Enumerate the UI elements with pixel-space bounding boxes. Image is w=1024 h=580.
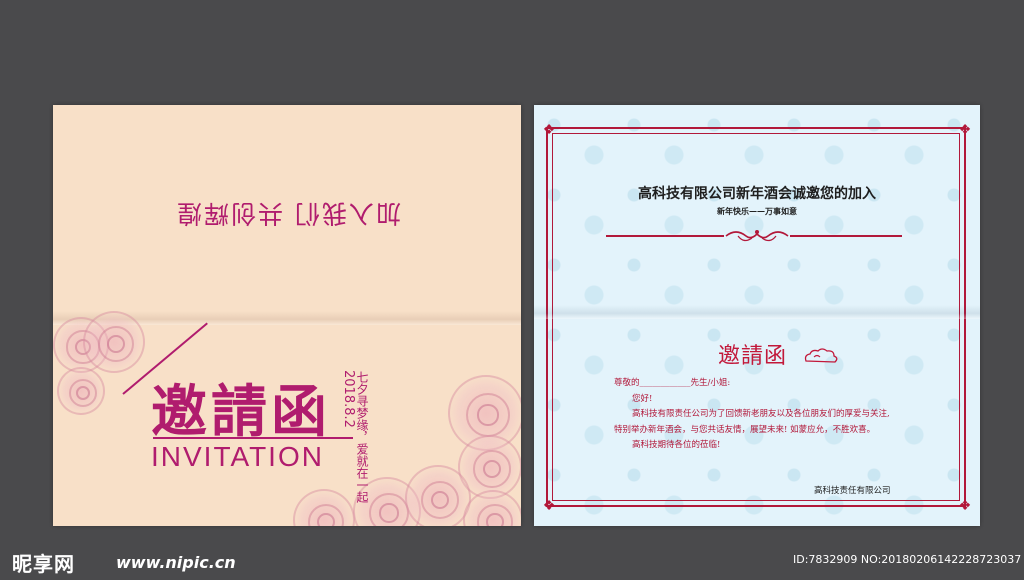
rose-decoration [463, 490, 521, 526]
letter-paragraph: 高科技有限责任公司为了回馈新老朋友以及各位朋友们的厚爱与关注, [632, 409, 890, 419]
letter-body: 尊敬的____________先生/小姐: 您好! 高科技有限责任公司为了回馈新… [614, 376, 914, 454]
letter-fold-line [534, 305, 980, 319]
letter-signature: 高科技责任有限公司 [814, 486, 891, 496]
site-url: www.nipic.cn [116, 553, 236, 572]
auspicious-cloud-icon [804, 348, 838, 363]
invitation-cover: 加入我们 共创辉煌 邀請函 INVITATION 七夕寻梦缘，爱就在一起 201… [53, 105, 521, 526]
letter-paragraph: 特别举办新年酒会，与您共话友情，展望未来! 如蒙应允，不胜欢喜。 [614, 424, 876, 435]
rose-decoration [405, 465, 471, 526]
letter-hello: 您好! [632, 393, 653, 404]
invitation-letter: ❖ ❖ ❖ ❖ 高科技有限公司新年酒会诚邀您的加入 新年快乐——万事如意 邀請函… [534, 105, 980, 526]
letter-subtitle: 新年快乐——万事如意 [717, 206, 797, 216]
letter-heading: 邀請函 [718, 344, 788, 369]
letter-paragraph: 高科技期待各位的莅临! [632, 440, 721, 450]
site-logo: 昵享网 [12, 552, 75, 576]
corner-ornament-icon: ❖ [542, 498, 556, 514]
rose-decoration [293, 489, 355, 526]
flourish-ornament-icon [725, 230, 789, 242]
ornament-line-left [606, 235, 724, 237]
corner-ornament-icon: ❖ [958, 498, 972, 514]
corner-ornament-icon: ❖ [542, 122, 556, 138]
cover-vertical-text: 七夕寻梦缘，爱就在一起 [355, 371, 369, 503]
rose-decoration [57, 367, 105, 415]
letter-title: 高科技有限公司新年酒会诚邀您的加入 [638, 186, 876, 202]
cover-subtitle: INVITATION [151, 441, 324, 472]
cover-title: 邀請函 [151, 380, 331, 445]
rose-decoration [83, 311, 145, 373]
ornament-line-right [790, 235, 902, 237]
cover-date: 2018.8.2 [341, 370, 356, 428]
letter-greeting: 尊敬的____________先生/小姐: [614, 378, 731, 388]
cover-upside-text: 加入我们 共创辉煌 [175, 199, 401, 228]
image-id-text: ID:7832909 NO:20180206142228723037 [793, 553, 1022, 566]
title-rule [153, 437, 353, 439]
corner-ornament-icon: ❖ [958, 122, 972, 138]
